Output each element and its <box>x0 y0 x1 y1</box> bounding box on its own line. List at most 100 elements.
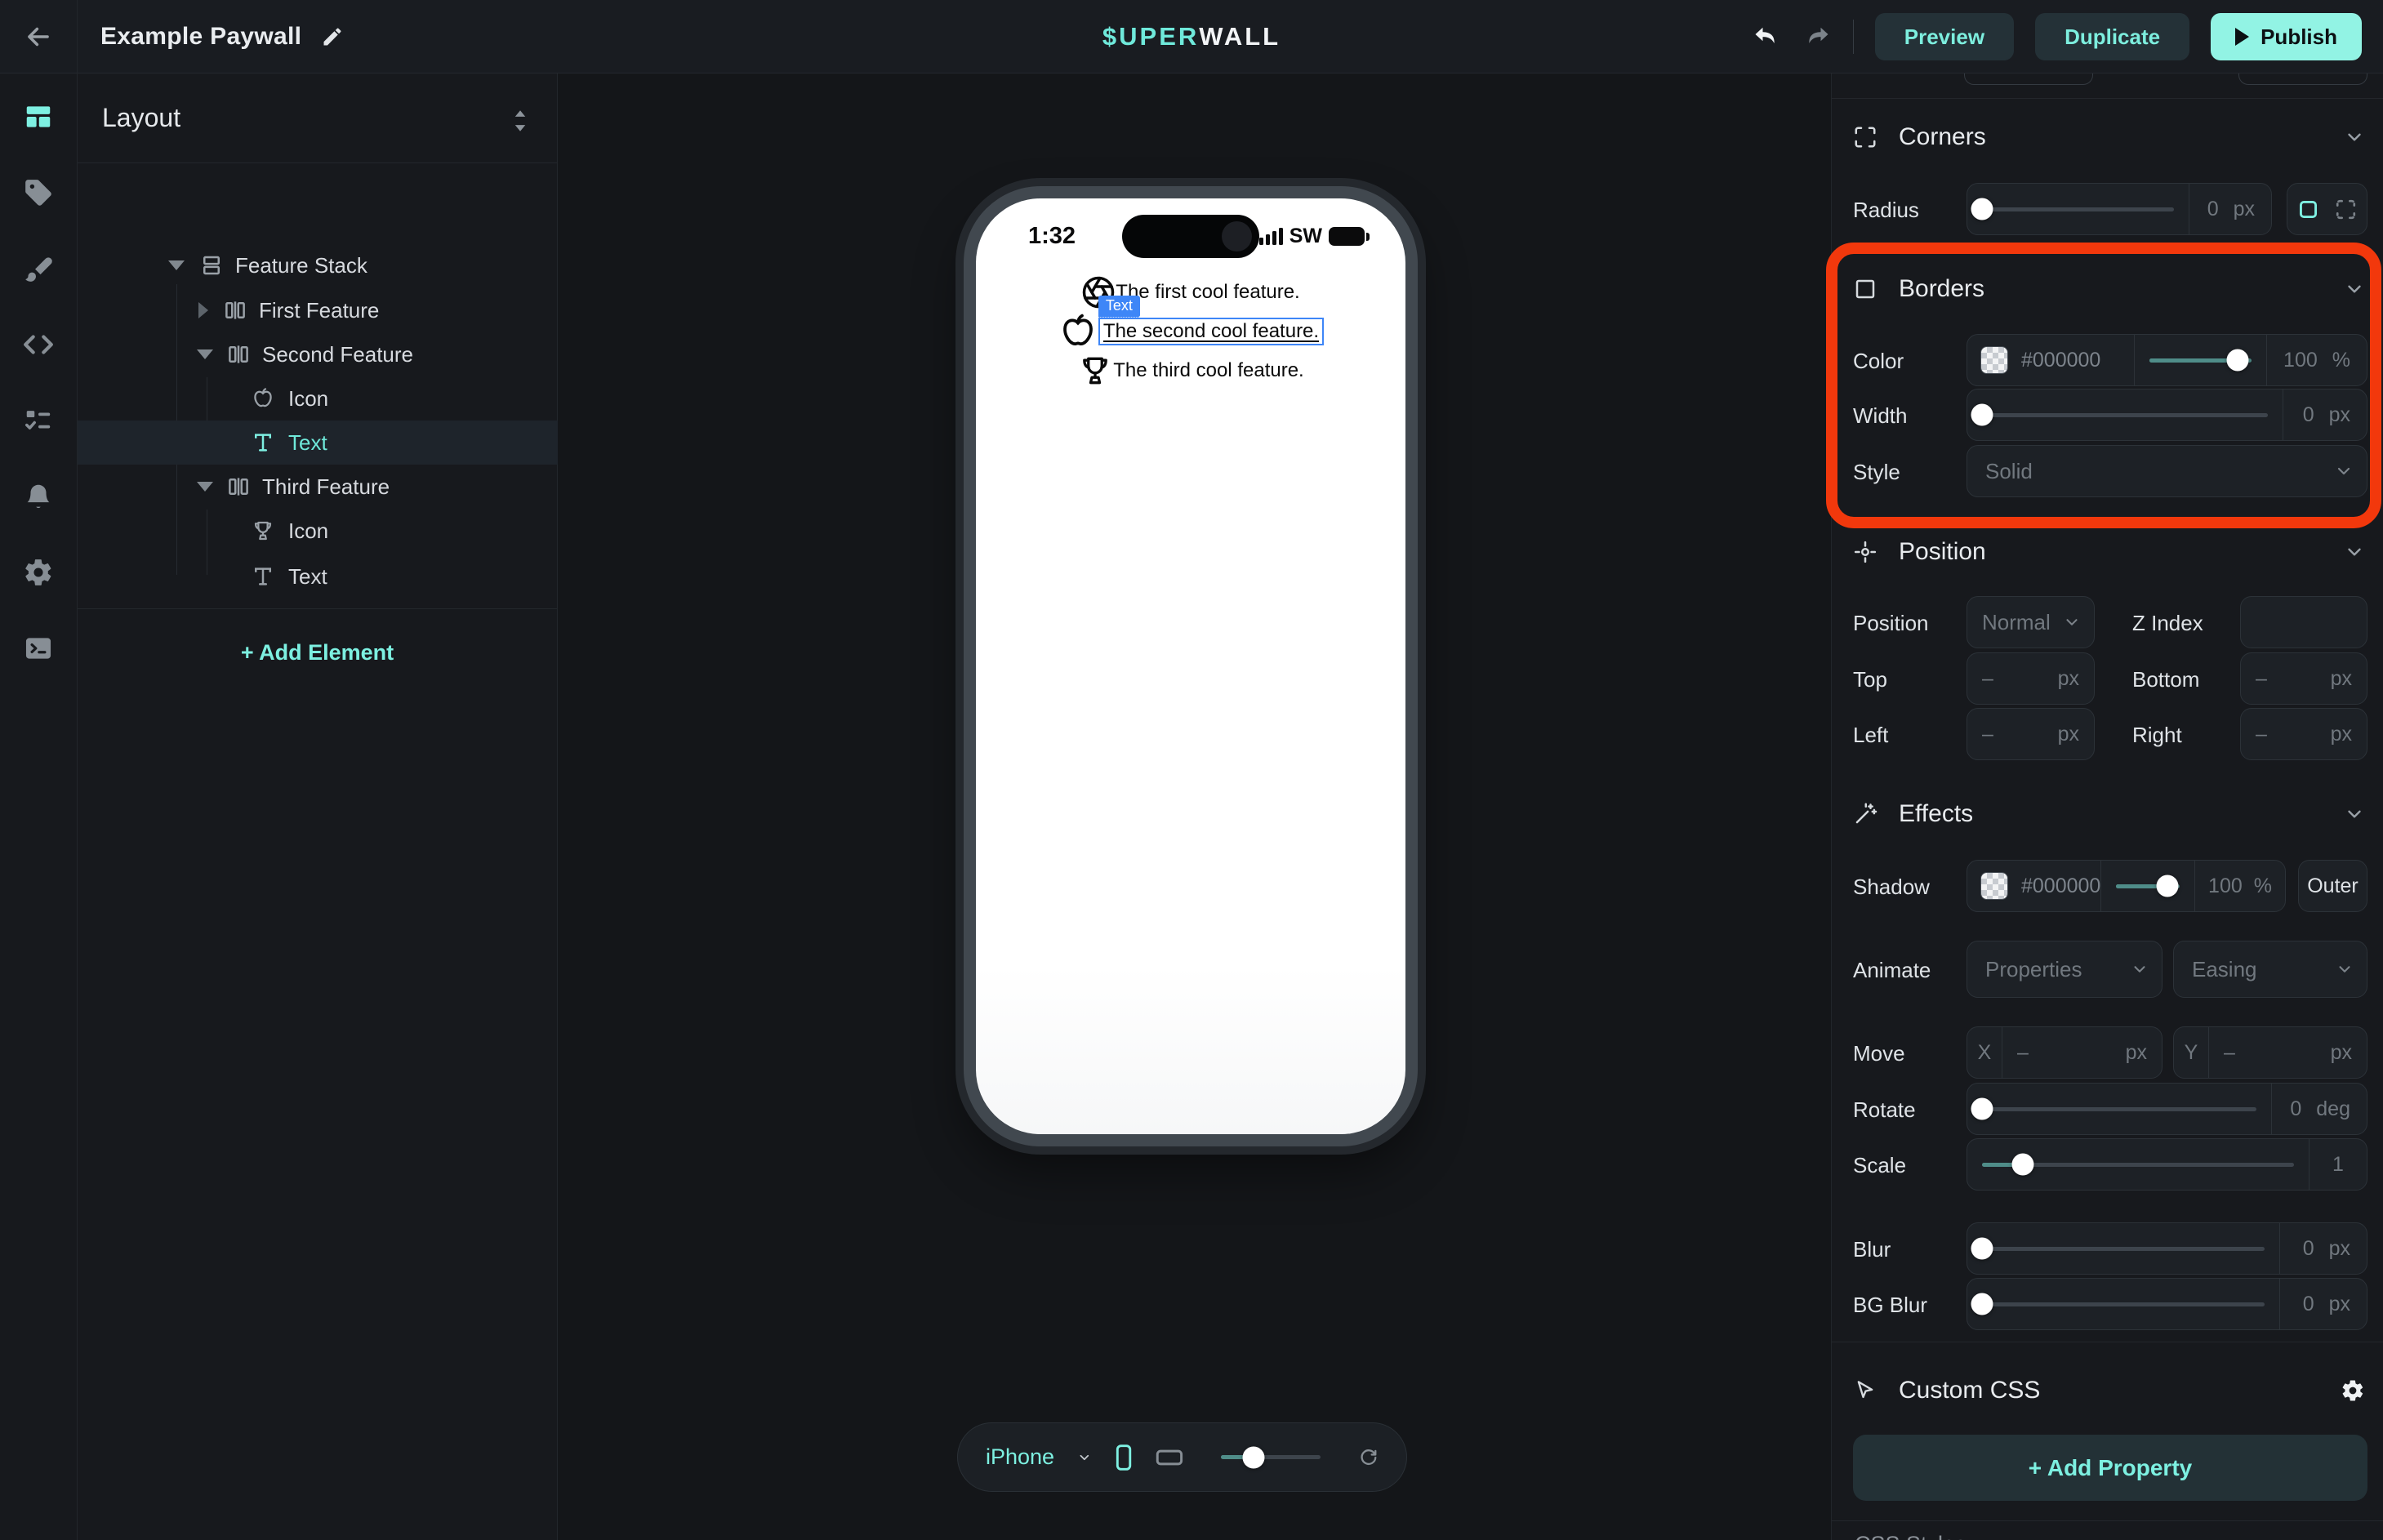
rail-item-tags[interactable] <box>23 177 54 208</box>
border-style-dropdown[interactable]: Solid <box>1967 445 2367 497</box>
chevron-down-icon[interactable] <box>1077 1448 1092 1467</box>
right-input[interactable]: –px <box>2240 708 2367 760</box>
radius-slider[interactable] <box>1967 184 2189 234</box>
publish-button[interactable]: Publish <box>2211 13 2362 60</box>
chevron-down-icon[interactable] <box>2344 803 2365 825</box>
border-opacity-slider[interactable] <box>2135 335 2266 385</box>
landscape-mode-icon[interactable] <box>1156 1444 1183 1471</box>
bg-blur-value[interactable]: 0 <box>2303 1293 2314 1316</box>
tree-row-second-feature[interactable]: Second Feature <box>78 332 558 376</box>
rename-button[interactable] <box>321 25 344 48</box>
scale-slider[interactable] <box>1967 1139 2309 1190</box>
bottom-label: Bottom <box>2132 667 2199 692</box>
iphone-screen[interactable]: 1:32 SW The first cool feature. <box>976 198 1405 1134</box>
blur-slider[interactable] <box>1967 1223 2279 1274</box>
add-element-button[interactable]: + Add Element <box>78 627 557 678</box>
sort-icon[interactable] <box>506 105 534 137</box>
bottom-input[interactable]: –px <box>2240 652 2367 705</box>
undo-button[interactable] <box>1752 22 1781 51</box>
move-y-input[interactable]: Y –px <box>2173 1026 2367 1079</box>
add-property-button[interactable]: + Add Property <box>1853 1435 2367 1501</box>
bg-blur-slider[interactable] <box>1967 1279 2279 1329</box>
shadow-hex[interactable]: #000000 <box>2021 875 2100 898</box>
caret-down-icon[interactable] <box>197 482 213 492</box>
device-selector[interactable]: iPhone <box>986 1444 1054 1470</box>
border-color-hex[interactable]: #000000 <box>2021 349 2100 372</box>
section-title: Effects <box>1899 800 2323 828</box>
scale-value[interactable]: 1 <box>2332 1153 2344 1177</box>
chevron-down-icon <box>2336 960 2354 978</box>
z-index-label: Z Index <box>2132 611 2203 636</box>
effects-section-header[interactable]: Effects <box>1853 796 2365 832</box>
tree-row-text[interactable]: Text <box>78 554 558 599</box>
zoom-slider[interactable] <box>1206 1423 1335 1491</box>
back-button[interactable] <box>0 0 78 73</box>
tree-row-third-feature[interactable]: Third Feature <box>78 465 558 509</box>
rail-item-code[interactable] <box>23 329 54 360</box>
radius-value[interactable]: 0 <box>2207 198 2219 221</box>
borders-section-header[interactable]: Borders <box>1853 271 2365 307</box>
rotate-control: 0 deg <box>1967 1083 2367 1135</box>
caret-right-icon[interactable] <box>198 302 208 318</box>
scale-control: 1 <box>1967 1138 2367 1191</box>
shadow-opacity-value[interactable]: 100 <box>2208 875 2243 898</box>
top-label: Top <box>1853 667 1887 692</box>
rotate-value[interactable]: 0 <box>2290 1097 2301 1121</box>
border-opacity-value[interactable]: 100 <box>2283 349 2318 372</box>
border-width-slider[interactable] <box>1967 389 2283 440</box>
rotate-slider[interactable] <box>1967 1084 2271 1134</box>
right-value: – <box>2256 723 2267 746</box>
border-width-value[interactable]: 0 <box>2303 403 2314 427</box>
chevron-down-icon[interactable] <box>2344 541 2365 563</box>
top-input[interactable]: –px <box>1967 652 2095 705</box>
corners-section-header[interactable]: Corners <box>1853 119 2365 155</box>
caret-down-icon[interactable] <box>197 349 213 359</box>
duplicate-button[interactable]: Duplicate <box>2035 13 2189 60</box>
bell-icon <box>23 481 54 512</box>
animate-properties-dropdown[interactable]: Properties <box>1967 941 2163 998</box>
tree-row-text-selected[interactable]: Text <box>78 421 558 465</box>
tree-row-icon-apple[interactable]: Icon <box>78 376 558 421</box>
caret-down-icon[interactable] <box>168 260 185 270</box>
color-swatch[interactable] <box>1980 346 2008 374</box>
rail-item-console[interactable] <box>23 633 54 664</box>
chevron-down-icon <box>2131 960 2149 978</box>
position-section-header[interactable]: Position <box>1853 534 2365 570</box>
feature-row-3[interactable]: The third cool feature. <box>1077 352 1303 389</box>
rail-item-design[interactable] <box>23 253 54 284</box>
css-settings-gear-icon[interactable] <box>2341 1378 2365 1403</box>
tree-row-first-feature[interactable]: First Feature <box>78 288 558 332</box>
position-dropdown[interactable]: Normal <box>1967 596 2095 648</box>
rail-item-checklist[interactable] <box>23 405 54 436</box>
feature-row-2-selected[interactable]: Text The second cool feature. <box>1058 311 1324 352</box>
preview-button[interactable]: Preview <box>1875 13 2014 60</box>
left-input[interactable]: –px <box>1967 708 2095 760</box>
custom-css-section-header[interactable]: Custom CSS <box>1853 1373 2365 1409</box>
tree-row-label: Text <box>288 564 327 590</box>
radius-individual-corners-button[interactable] <box>2334 198 2358 221</box>
rail-item-settings[interactable] <box>23 557 54 588</box>
refresh-icon[interactable] <box>1358 1444 1379 1471</box>
apple-icon <box>251 386 275 411</box>
radius-all-corners-button[interactable] <box>2296 198 2320 221</box>
canvas[interactable]: 1:32 SW The first cool feature. <box>559 73 1831 1540</box>
portrait-mode-icon[interactable] <box>1115 1440 1133 1475</box>
z-index-input[interactable] <box>2240 596 2367 648</box>
blur-value[interactable]: 0 <box>2303 1237 2314 1261</box>
columns-icon <box>223 298 247 323</box>
shadow-opacity-slider[interactable] <box>2101 861 2194 911</box>
chevron-down-icon[interactable] <box>2344 127 2365 148</box>
chevron-down-icon[interactable] <box>2344 278 2365 300</box>
logo-accent: $UPER <box>1102 22 1199 51</box>
shadow-mode-button[interactable]: Outer <box>2298 860 2367 912</box>
shadow-color-swatch[interactable] <box>1980 872 2008 900</box>
tree-row-icon-trophy[interactable]: Icon <box>78 509 558 553</box>
rail-item-layout[interactable] <box>23 101 54 132</box>
selected-element-outline[interactable]: Text The second cool feature. <box>1098 318 1324 345</box>
redo-button[interactable] <box>1802 22 1832 51</box>
move-x-input[interactable]: X –px <box>1967 1026 2163 1079</box>
dynamic-island <box>1122 215 1259 258</box>
rail-item-notifications[interactable] <box>23 481 54 512</box>
tree-row-feature-stack[interactable]: Feature Stack <box>78 243 558 287</box>
animate-easing-dropdown[interactable]: Easing <box>2173 941 2367 998</box>
